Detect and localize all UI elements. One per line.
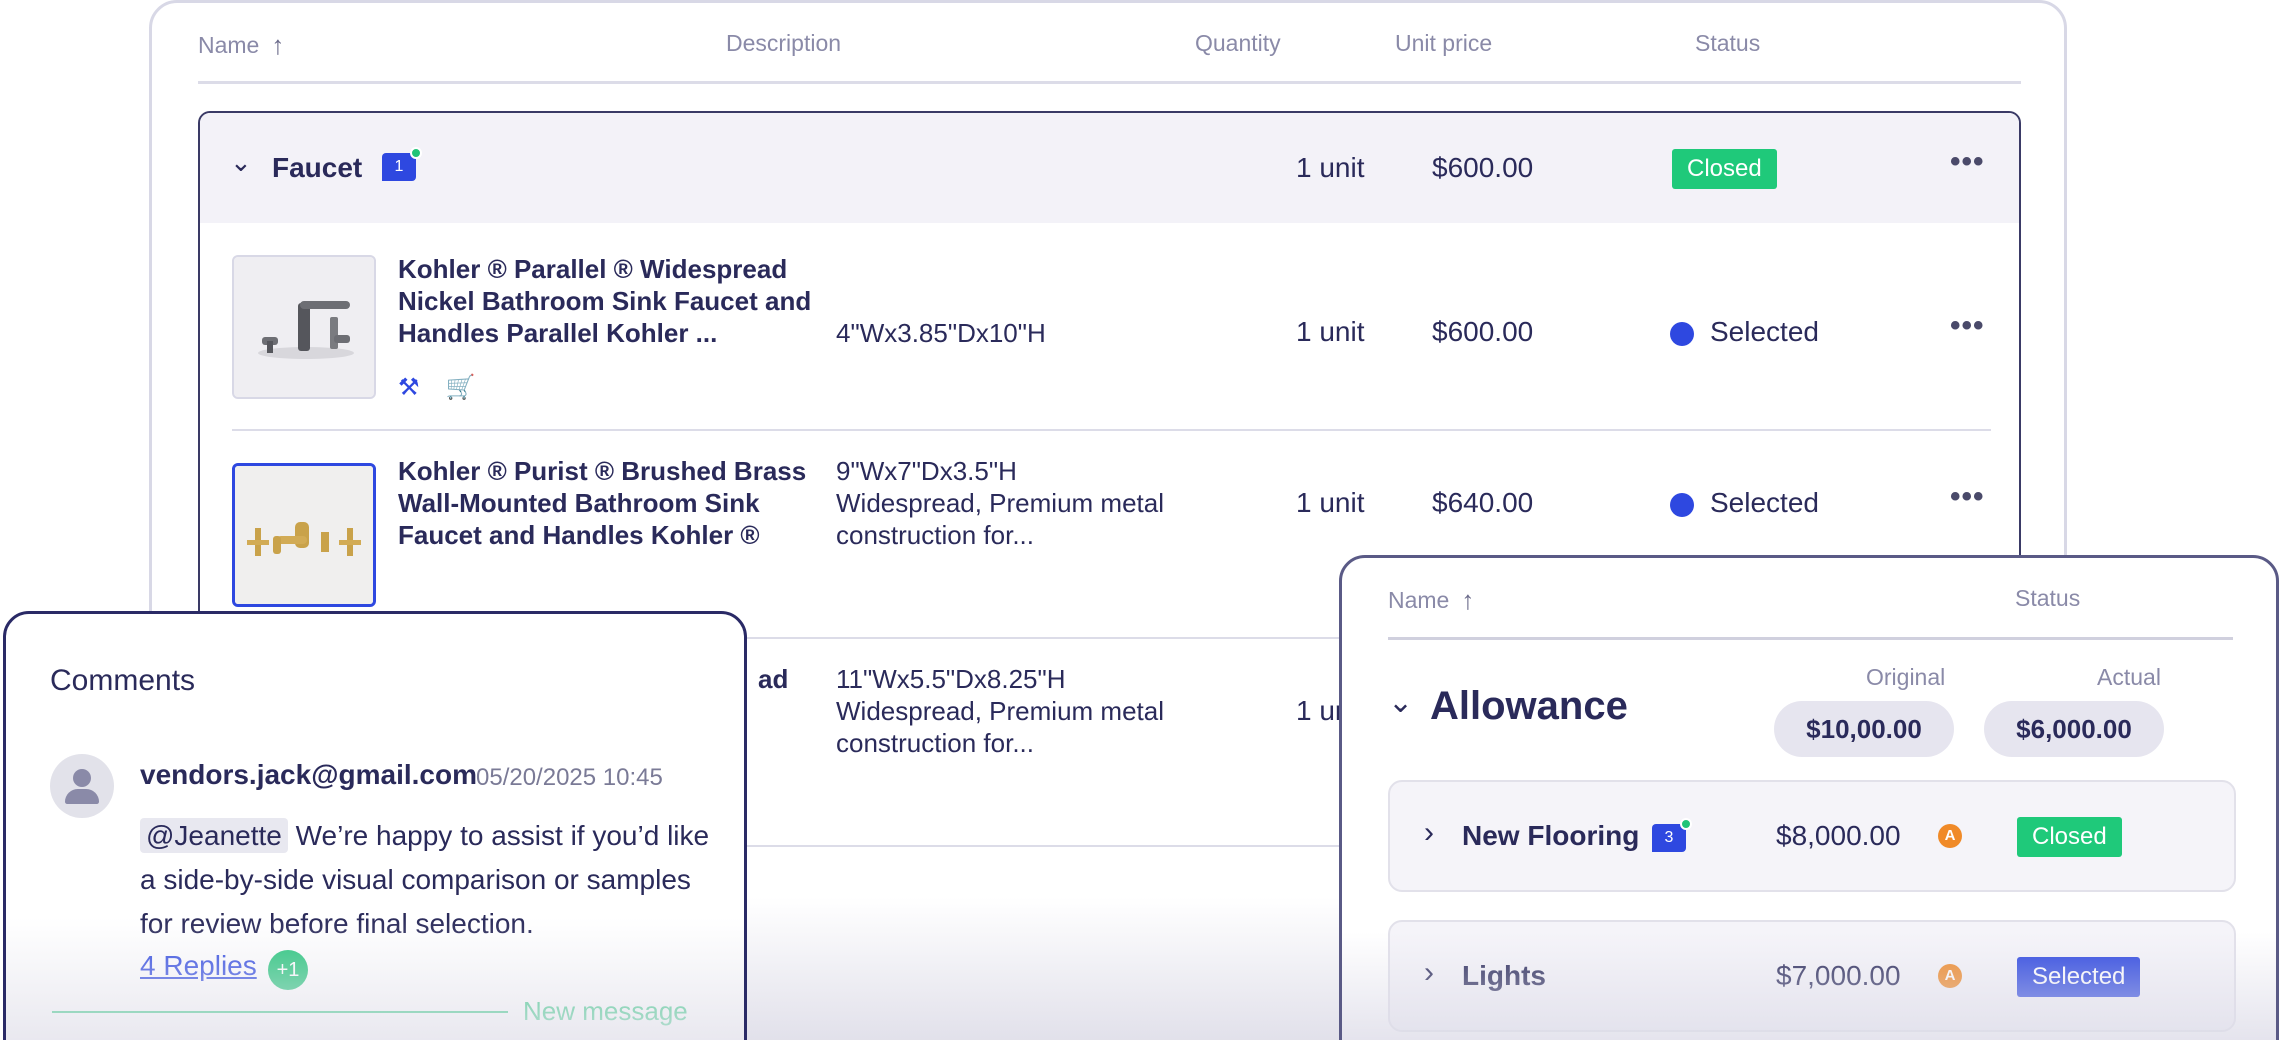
- allowance-header-divider: [1388, 637, 2233, 640]
- allowance-panel: Name ↑ Status ⌄ Allowance Original Actua…: [1339, 555, 2279, 1040]
- header-divider: [198, 81, 2021, 84]
- table-row[interactable]: Kohler ® Parallel ® Widespread Nickel Ba…: [200, 223, 2019, 431]
- allowance-item-new-flooring[interactable]: › New Flooring 3 $8,000.00 A Closed: [1388, 780, 2236, 892]
- actual-amount: $6,000.00: [1984, 701, 2164, 757]
- group-title: Faucet: [272, 152, 363, 183]
- product-description: 11"Wx5.5"Dx8.25"H Widespread, Premium me…: [836, 664, 1164, 758]
- new-message-divider: [52, 1011, 508, 1013]
- product-description: 4"Wx3.85"Dx10"H: [836, 318, 1046, 348]
- column-header-description: Description: [726, 30, 842, 56]
- allowance-item-amount: $8,000.00: [1776, 820, 1901, 851]
- cart-icon[interactable]: 🛒: [446, 373, 476, 402]
- sort-ascending-icon[interactable]: ↑: [271, 30, 284, 61]
- original-label: Original: [1866, 664, 1946, 690]
- gavel-icon[interactable]: ⚒: [398, 373, 420, 402]
- allowance-item-name: Lights: [1462, 960, 1546, 991]
- original-amount: $10,00.00: [1774, 701, 1954, 757]
- row-price: $640.00: [1432, 487, 1534, 518]
- comment-body: @Jeanette We’re happy to assist if you’d…: [140, 818, 710, 939]
- allowance-item-name: New Flooring: [1462, 820, 1640, 851]
- comments-title: Comments: [50, 664, 196, 697]
- product-description: 9"Wx7"Dx3.5"H Widespread, Premium metal …: [836, 456, 1164, 550]
- row-quantity: 1 unit: [1296, 316, 1365, 347]
- chevron-right-icon[interactable]: ›: [1424, 956, 1434, 990]
- product-name[interactable]: Kohler ® Purist ® Brushed Brass Wall-Mou…: [398, 455, 818, 551]
- group-header[interactable]: ⌄ Faucet 1 1 unit $600.00 Closed •••: [200, 113, 2019, 223]
- chevron-down-icon[interactable]: ⌄: [1388, 685, 1413, 720]
- comment-count-badge[interactable]: 1: [382, 147, 422, 181]
- status-selected: Selected: [1670, 316, 1819, 348]
- comment-count-badge[interactable]: 3: [1652, 818, 1692, 852]
- allowance-item-lights[interactable]: › Lights $7,000.00 A Selected: [1388, 920, 2236, 1032]
- allowance-header-status: Status: [2015, 585, 2081, 611]
- chevron-right-icon[interactable]: ›: [1424, 816, 1434, 850]
- more-options-icon[interactable]: •••: [1950, 145, 1985, 179]
- row-quantity: 1 unit: [1296, 487, 1365, 518]
- column-header-unit-price: Unit price: [1395, 30, 1493, 56]
- status-badge-closed: Closed: [1672, 149, 1777, 189]
- product-image-nickel-faucet[interactable]: [232, 255, 376, 399]
- column-header-name[interactable]: Name ↑: [198, 30, 284, 61]
- more-options-icon[interactable]: •••: [1950, 309, 1985, 343]
- status-badge-closed: Closed: [2017, 817, 2122, 857]
- column-header-status: Status: [1695, 30, 1761, 56]
- status-dot: [1670, 492, 1694, 517]
- product-name-fragment[interactable]: ad: [758, 663, 818, 695]
- comments-panel: Comments vendors.jack@gmail.com 05/20/20…: [3, 611, 747, 1040]
- chevron-down-icon[interactable]: ⌄: [230, 147, 252, 178]
- new-replies-badge: +1: [268, 950, 308, 990]
- comment-timestamp: 05/20/2025 10:45: [476, 764, 663, 791]
- comment-author: vendors.jack@gmail.com: [140, 759, 477, 790]
- user-icon: [73, 769, 91, 787]
- row-price: $600.00: [1432, 316, 1534, 347]
- sort-ascending-icon[interactable]: ↑: [1461, 585, 1474, 616]
- more-options-icon[interactable]: •••: [1950, 480, 1985, 514]
- new-message-label: New message: [523, 996, 688, 1026]
- allowance-a-badge: A: [1938, 964, 1962, 988]
- replies-link[interactable]: 4 Replies: [140, 950, 257, 982]
- group-price: $600.00: [1432, 152, 1534, 183]
- unread-dot: [1680, 818, 1692, 830]
- product-image-brass-faucet[interactable]: [232, 463, 376, 607]
- column-header-quantity: Quantity: [1195, 30, 1281, 56]
- status-badge-selected: Selected: [2017, 957, 2141, 997]
- allowance-a-badge: A: [1938, 824, 1962, 848]
- mention-tag[interactable]: @Jeanette: [140, 818, 288, 853]
- unread-dot: [410, 147, 422, 159]
- allowance-title: Allowance: [1430, 684, 1628, 728]
- product-name[interactable]: Kohler ® Parallel ® Widespread Nickel Ba…: [398, 253, 818, 349]
- allowance-header-name[interactable]: Name ↑: [1388, 585, 1474, 616]
- actual-label: Actual: [2097, 664, 2161, 690]
- status-dot: [1670, 321, 1694, 346]
- avatar: [50, 754, 114, 818]
- allowance-item-amount: $7,000.00: [1776, 960, 1901, 991]
- status-selected: Selected: [1670, 487, 1819, 519]
- row-quantity-fragment: 1 ur: [1296, 695, 1345, 726]
- group-quantity: 1 unit: [1296, 152, 1365, 183]
